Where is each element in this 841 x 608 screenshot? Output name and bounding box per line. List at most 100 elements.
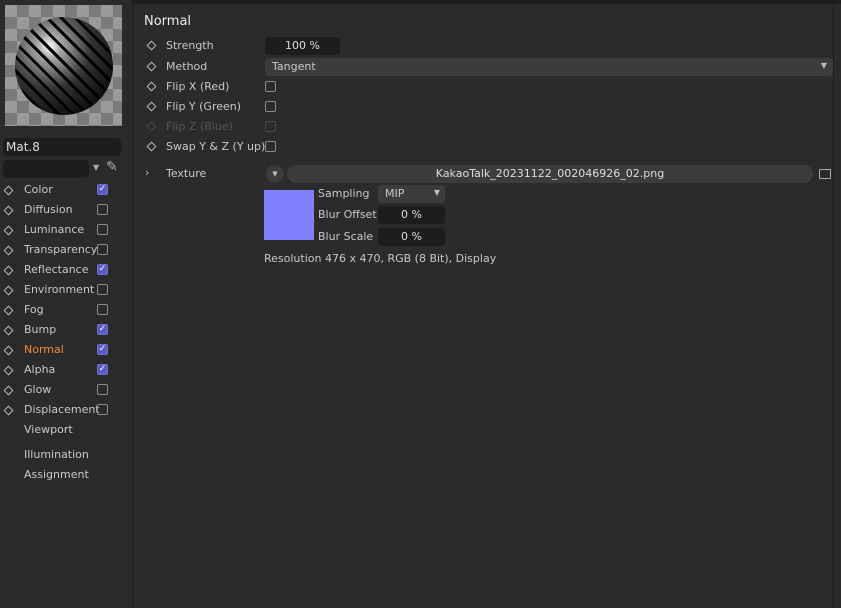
blur-offset-input[interactable]: 0 % <box>378 206 445 224</box>
keyframe-icon[interactable] <box>3 385 14 396</box>
keyframe-icon[interactable] <box>146 101 157 112</box>
sidebar-item-fog[interactable]: Fog <box>0 300 133 320</box>
keyframe-icon <box>146 121 157 132</box>
channel-label: Reflectance <box>24 263 89 276</box>
keyframe-icon[interactable] <box>3 325 14 336</box>
keyframe-icon[interactable] <box>3 225 14 236</box>
resolution-info: Resolution 476 x 470, RGB (8 Bit), Displ… <box>264 252 497 265</box>
flip-z-label: Flip Z (Blue) <box>166 120 233 133</box>
sampling-value: MIP <box>385 187 405 200</box>
method-label: Method <box>166 60 208 73</box>
keyframe-icon[interactable] <box>3 365 14 376</box>
flip-x-label: Flip X (Red) <box>166 80 230 93</box>
channel-checkbox[interactable] <box>97 384 108 395</box>
sidebar-item-diffusion[interactable]: Diffusion <box>0 200 133 220</box>
strength-row: Strength 100 % <box>140 36 833 56</box>
texture-menu-button[interactable]: ▼ <box>266 165 284 183</box>
swap-yz-checkbox[interactable] <box>265 141 276 152</box>
keyframe-icon[interactable] <box>146 141 157 152</box>
sampling-dropdown[interactable]: MIP ▼ <box>378 185 445 203</box>
material-preview[interactable] <box>5 5 122 126</box>
sidebar-item-alpha[interactable]: Alpha ✓ <box>0 360 133 380</box>
texture-preview[interactable] <box>264 190 314 240</box>
keyframe-icon[interactable] <box>146 81 157 92</box>
blur-scale-label: Blur Scale <box>318 230 374 243</box>
method-row: Method Tangent ▼ <box>140 57 833 77</box>
sampling-label: Sampling <box>318 187 370 200</box>
swap-yz-label: Swap Y & Z (Y up) <box>166 140 266 153</box>
channel-checkbox[interactable]: ✓ <box>97 364 108 375</box>
texture-label: Texture <box>166 167 207 180</box>
channel-label: Bump <box>24 323 57 336</box>
sidebar-item-viewport[interactable]: Viewport <box>24 423 73 436</box>
texture-filename-field[interactable]: KakaoTalk_20231122_002046926_02.png <box>287 165 813 183</box>
keyframe-icon[interactable] <box>3 345 14 356</box>
swap-yz-row: Swap Y & Z (Y up) <box>140 137 833 157</box>
keyframe-icon[interactable] <box>146 61 157 72</box>
flip-y-checkbox[interactable] <box>265 101 276 112</box>
channel-label: Displacement <box>24 403 100 416</box>
flip-x-checkbox[interactable] <box>265 81 276 92</box>
channel-label: Alpha <box>24 363 56 376</box>
preview-sphere <box>15 17 113 115</box>
flip-z-row: Flip Z (Blue) <box>140 117 833 137</box>
chevron-down-icon[interactable]: ▼ <box>93 163 99 172</box>
material-name-field[interactable]: Mat.8 <box>3 138 121 156</box>
channel-label: Luminance <box>24 223 85 236</box>
sidebar-item-displacement[interactable]: Displacement <box>0 400 133 420</box>
flip-x-row: Flip X (Red) <box>140 77 833 97</box>
chevron-down-icon: ▼ <box>433 188 440 197</box>
divider <box>133 0 841 4</box>
chevron-down-icon: ▼ <box>820 61 827 70</box>
strength-input[interactable]: 100 % <box>265 37 340 55</box>
channel-checkbox[interactable]: ✓ <box>97 324 108 335</box>
channel-checkbox[interactable]: ✓ <box>97 264 108 275</box>
flip-y-row: Flip Y (Green) <box>140 97 833 117</box>
sidebar-item-glow[interactable]: Glow <box>0 380 133 400</box>
keyframe-icon[interactable] <box>146 40 157 51</box>
channel-label: Fog <box>24 303 44 316</box>
sidebar-item-transparency[interactable]: Transparency <box>0 240 133 260</box>
channel-label: Color <box>24 183 53 196</box>
keyframe-icon[interactable] <box>3 205 14 216</box>
sidebar-item-color[interactable]: Color ✓ <box>0 180 133 200</box>
keyframe-icon[interactable] <box>3 305 14 316</box>
flip-z-checkbox <box>265 121 276 132</box>
keyframe-icon[interactable] <box>3 405 14 416</box>
sidebar-item-reflectance[interactable]: Reflectance ✓ <box>0 260 133 280</box>
channel-label: Environment <box>24 283 95 296</box>
sidebar-item-bump[interactable]: Bump ✓ <box>0 320 133 340</box>
sidebar-item-illumination[interactable]: Illumination <box>24 448 89 461</box>
keyframe-icon[interactable] <box>3 185 14 196</box>
method-value: Tangent <box>272 60 316 73</box>
section-title: Normal <box>144 14 192 29</box>
flip-y-label: Flip Y (Green) <box>166 100 242 113</box>
sidebar-item-luminance[interactable]: Luminance <box>0 220 133 240</box>
channel-checkbox[interactable] <box>97 204 108 215</box>
sidebar-item-environment[interactable]: Environment <box>0 280 133 300</box>
strength-label: Strength <box>166 39 214 52</box>
material-channel-sidebar: Mat.8 ▼ ✎ Color ✓ Diffusion Luminance Transp… <box>0 0 133 608</box>
channel-label: Transparency <box>24 243 98 256</box>
channel-label: Diffusion <box>24 203 73 216</box>
channel-checkbox[interactable] <box>97 224 108 235</box>
keyframe-icon[interactable] <box>3 245 14 256</box>
blur-scale-input[interactable]: 0 % <box>378 228 445 246</box>
channel-label: Normal <box>24 343 64 356</box>
channel-checkbox[interactable] <box>97 284 108 295</box>
channel-checkbox[interactable] <box>97 304 108 315</box>
keyframe-icon[interactable] <box>3 285 14 296</box>
eyedropper-icon[interactable]: ✎ <box>106 159 118 175</box>
channel-checkbox[interactable] <box>97 244 108 255</box>
method-dropdown[interactable]: Tangent ▼ <box>265 58 833 76</box>
sidebar-item-assignment[interactable]: Assignment <box>24 468 89 481</box>
channel-checkbox[interactable] <box>97 404 108 415</box>
layer-select[interactable] <box>3 160 89 178</box>
keyframe-icon[interactable] <box>3 265 14 276</box>
blur-offset-label: Blur Offset <box>318 208 377 221</box>
channel-checkbox[interactable]: ✓ <box>97 344 108 355</box>
channel-checkbox[interactable]: ✓ <box>97 184 108 195</box>
sidebar-item-normal[interactable]: Normal ✓ <box>0 340 133 360</box>
chevron-right-icon[interactable]: › <box>145 166 149 179</box>
folder-icon[interactable] <box>819 169 831 179</box>
